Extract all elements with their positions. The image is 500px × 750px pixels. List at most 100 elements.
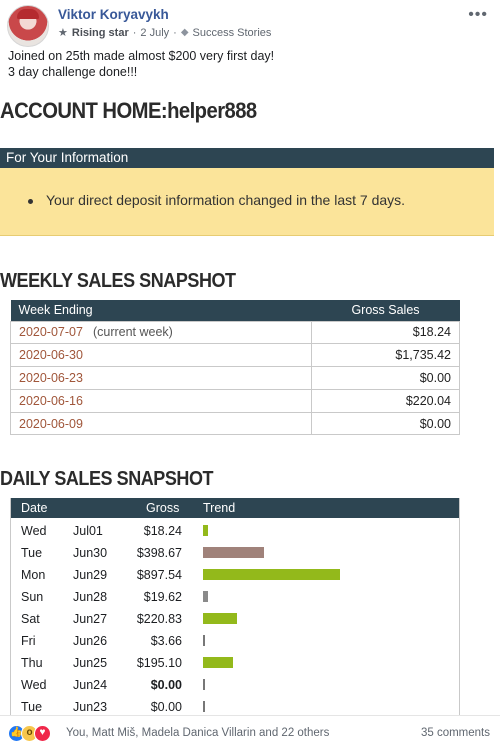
table-row: 2020-07-07 (current week) $18.24 <box>10 320 460 345</box>
month-day: Jun28 <box>73 590 108 604</box>
trend-bar <box>203 525 208 536</box>
day-of-week: Thu <box>21 656 43 670</box>
tag-icon: ◆ <box>180 27 189 38</box>
day-of-week: Fri <box>21 634 36 648</box>
daily-gross: $220.83 <box>136 612 182 626</box>
month-day: Jun23 <box>73 700 108 714</box>
weekly-sales-table: Week Ending Gross Sales 2020-07-07 (curre… <box>10 300 460 436</box>
week-date[interactable]: 2020-06-30 <box>19 348 83 362</box>
day-of-week: Sun <box>21 590 44 604</box>
month-day: Jun25 <box>73 656 108 670</box>
gross-header: Gross <box>146 501 180 515</box>
week-ending-link[interactable]: 2020-07-07 (current week) <box>10 320 312 345</box>
info-header: For Your Information <box>0 148 494 168</box>
daily-title: DAILY SALES SNAPSHOT <box>0 468 214 490</box>
post-header: Viktor Koryavykh ★ Rising star · 2 July … <box>0 0 500 47</box>
comments-count[interactable]: 35 comments <box>421 727 490 739</box>
week-ending-link[interactable]: 2020-06-16 <box>10 388 312 413</box>
table-row: 2020-06-16 $220.04 <box>10 388 460 413</box>
meta-separator: · <box>132 26 137 39</box>
account-title: ACCOUNT HOME:helper888 <box>0 98 257 123</box>
week-date[interactable]: 2020-06-23 <box>19 371 83 385</box>
month-day: Jun30 <box>73 546 108 560</box>
daily-row: Tue Jun30 $398.67 <box>11 542 459 564</box>
info-message: Your direct deposit information changed … <box>28 192 406 208</box>
day-of-week: Tue <box>21 546 43 560</box>
rising-star-badge[interactable]: Rising star <box>72 27 129 39</box>
current-week-note: (current week) <box>92 325 173 340</box>
avatar[interactable] <box>7 5 49 47</box>
bullet-icon <box>28 199 33 204</box>
author-name[interactable]: Viktor Koryavykh <box>58 7 169 22</box>
trend-bar <box>203 613 237 624</box>
month-day: Jun29 <box>73 568 108 582</box>
gross-sales-header: Gross Sales <box>311 300 460 321</box>
week-date[interactable]: 2020-07-07 <box>19 325 83 339</box>
gross-sales-value: $18.24 <box>311 320 460 345</box>
trend-header: Trend <box>203 501 236 515</box>
daily-row: Wed Jun24 $0.00 <box>11 674 459 696</box>
month-day: Jun27 <box>73 612 108 626</box>
day-of-week: Wed <box>21 678 47 692</box>
star-icon: ★ <box>58 27 68 39</box>
reactors-text[interactable]: You, Matt Miš, Madela Danica Villarin an… <box>66 727 329 739</box>
trend-bar <box>203 635 205 646</box>
post-date[interactable]: 2 July <box>140 27 169 39</box>
daily-row: Fri Jun26 $3.66 <box>11 630 459 652</box>
daily-gross: $19.62 <box>143 590 182 604</box>
trend-bar <box>203 679 205 690</box>
post-meta: ★ Rising star · 2 July · ◆ Success Stori… <box>58 26 272 40</box>
date-header: Date <box>21 501 48 515</box>
day-of-week: Wed <box>21 524 47 538</box>
week-ending-link[interactable]: 2020-06-23 <box>10 366 312 390</box>
daily-gross: $0.00 <box>150 678 182 692</box>
table-row: 2020-06-23 $0.00 <box>10 366 460 390</box>
love-icon[interactable]: ♥ <box>34 725 51 742</box>
info-body: Your direct deposit information changed … <box>0 168 494 236</box>
reaction-icons[interactable]: 👍 o ♥ <box>8 725 51 742</box>
trend-bar <box>203 547 264 558</box>
day-of-week: Sat <box>21 612 40 626</box>
daily-gross: $18.24 <box>143 524 182 538</box>
post-text: Joined on 25th made almost $200 very fir… <box>8 48 274 80</box>
daily-row: Sun Jun28 $19.62 <box>11 586 459 608</box>
meta-separator: · <box>173 26 177 39</box>
month-day: Jul01 <box>73 524 103 538</box>
daily-gross: $3.66 <box>150 634 182 648</box>
gross-sales-value: $0.00 <box>311 366 460 390</box>
info-message-text: Your direct deposit information changed … <box>46 192 406 208</box>
post-text-line: Joined on 25th made almost $200 very fir… <box>8 49 275 63</box>
weekly-header-row: Week Ending Gross Sales <box>10 300 460 321</box>
daily-gross: $897.54 <box>136 568 182 582</box>
daily-header-row: Date Gross Trend <box>11 498 459 518</box>
avatar-hat <box>17 9 39 19</box>
week-date[interactable]: 2020-06-09 <box>19 417 83 431</box>
post-text-line: 3 day challenge done!!! <box>8 65 138 79</box>
daily-row: Mon Jun29 $897.54 <box>11 564 459 586</box>
gross-sales-value: $0.00 <box>311 411 460 436</box>
trend-bar <box>203 591 208 602</box>
week-ending-header: Week Ending <box>10 300 312 321</box>
daily-row: Wed Jul01 $18.24 <box>11 520 459 542</box>
more-dots-icon[interactable]: ••• <box>468 6 488 24</box>
week-date[interactable]: 2020-06-16 <box>19 394 83 408</box>
post-image[interactable]: ACCOUNT HOME:helper888 For Your Informat… <box>0 90 500 715</box>
weekly-title: WEEKLY SALES SNAPSHOT <box>0 270 236 292</box>
daily-row: Thu Jun25 $195.10 <box>11 652 459 674</box>
post-footer: 👍 o ♥ You, Matt Miš, Madela Danica Villa… <box>0 715 500 750</box>
trend-bar <box>203 657 233 668</box>
info-box: For Your Information Your direct deposit… <box>0 148 494 236</box>
day-of-week: Mon <box>21 568 46 582</box>
month-day: Jun24 <box>73 678 108 692</box>
daily-row: Sat Jun27 $220.83 <box>11 608 459 630</box>
week-ending-link[interactable]: 2020-06-09 <box>10 411 312 436</box>
gross-sales-value: $220.04 <box>311 388 460 413</box>
month-day: Jun26 <box>73 634 108 648</box>
post-topic[interactable]: Success Stories <box>193 27 272 39</box>
daily-gross: $195.10 <box>136 656 182 670</box>
table-row: 2020-06-09 $0.00 <box>10 411 460 436</box>
gross-sales-value: $1,735.42 <box>311 343 460 368</box>
daily-gross: $0.00 <box>150 700 182 714</box>
daily-gross: $398.67 <box>136 546 182 560</box>
week-ending-link[interactable]: 2020-06-30 <box>10 343 312 368</box>
